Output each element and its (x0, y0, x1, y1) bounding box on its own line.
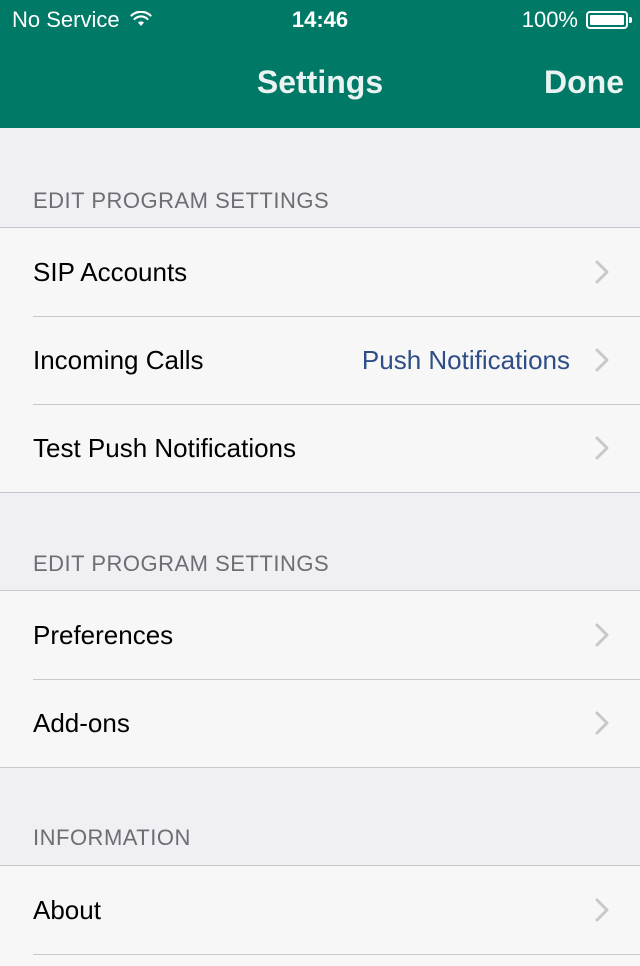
battery-indicator: 100% (521, 7, 632, 33)
test-push-notifications-row[interactable]: Test Push Notifications (0, 404, 640, 492)
chevron-right-icon (595, 623, 609, 647)
settings-group-information: About (0, 865, 640, 966)
settings-group-general: Preferences Add-ons (0, 590, 640, 768)
section-header-edit-program-settings: EDIT PROGRAM SETTINGS (33, 551, 330, 576)
row-label: Add-ons (33, 707, 130, 738)
row-label: SIP Accounts (33, 256, 188, 287)
status-bar: No Service 14:46 100% (0, 0, 640, 40)
incoming-calls-row[interactable]: Incoming Calls Push Notifications (0, 316, 640, 404)
chevron-right-icon (595, 348, 609, 372)
about-row[interactable]: About (0, 866, 640, 955)
chevron-right-icon (595, 898, 609, 922)
section-header-edit-program-settings: EDIT PROGRAM SETTINGS (33, 188, 330, 213)
row-label: Incoming Calls (33, 344, 204, 375)
battery-percentage: 100% (521, 7, 578, 32)
row-label: Test Push Notifications (33, 432, 297, 463)
preferences-row[interactable]: Preferences (0, 591, 640, 679)
battery-icon (586, 11, 632, 29)
section-header-information: INFORMATION (33, 825, 191, 850)
navigation-bar: No Service 14:46 100% Settings Done (0, 0, 640, 128)
row-label: About (33, 894, 101, 925)
settings-group-program: SIP Accounts Incoming Calls Push Notific… (0, 227, 640, 493)
done-button[interactable]: Done (544, 64, 624, 101)
sip-accounts-row[interactable]: SIP Accounts (0, 228, 640, 316)
chevron-right-icon (595, 260, 609, 284)
add-ons-row[interactable]: Add-ons (0, 679, 640, 767)
chevron-right-icon (595, 711, 609, 735)
row-detail-value: Push Notifications (361, 344, 570, 375)
row-separator (33, 954, 640, 955)
chevron-right-icon (595, 436, 609, 460)
row-label: Preferences (33, 619, 174, 650)
